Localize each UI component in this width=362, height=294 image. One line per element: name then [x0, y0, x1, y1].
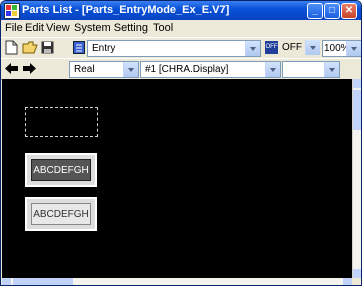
menu-view[interactable]: View: [46, 22, 70, 34]
scroll-right-button[interactable]: [343, 278, 352, 285]
display-select-value: #1 [CHRA.Display]: [145, 64, 229, 75]
mode-select-value: Entry: [92, 43, 116, 54]
string-display-text: ABCDEFGH: [31, 159, 91, 181]
scroll-down-button[interactable]: [353, 269, 361, 278]
scroll-up-button[interactable]: [353, 79, 361, 88]
chevron-down-icon[interactable]: [265, 62, 280, 77]
type-select-value: Real: [74, 64, 95, 75]
off-status-icon: OFF: [265, 41, 278, 54]
window-title: Parts List - [Parts_EntryMode_Ex_E.V7]: [22, 4, 230, 16]
string-display-text: ABCDEFGH: [31, 203, 91, 225]
string-display-part[interactable]: ABCDEFGH: [25, 197, 97, 231]
scroll-thumb-horizontal[interactable]: [13, 278, 73, 285]
vertical-scrollbar[interactable]: [352, 79, 361, 278]
app-icon: [4, 3, 20, 19]
new-file-icon[interactable]: [5, 40, 18, 55]
toolbar-main: Entry OFF OFF 100%: [1, 37, 361, 59]
title-bar[interactable]: Parts List - [Parts_EntryMode_Ex_E.V7] _…: [1, 1, 361, 20]
scroll-left-button[interactable]: [2, 278, 11, 285]
type-select[interactable]: Real: [69, 61, 139, 78]
parts-list-window: Parts List - [Parts_EntryMode_Ex_E.V7] _…: [0, 0, 362, 286]
toolbar-secondary: Real #1 [CHRA.Display]: [1, 58, 361, 80]
chevron-down-icon[interactable]: [245, 41, 260, 56]
menu-file[interactable]: File: [5, 22, 23, 34]
off-select[interactable]: OFF: [280, 40, 320, 55]
open-folder-icon[interactable]: [22, 41, 38, 54]
maximize-button[interactable]: □: [324, 3, 340, 19]
save-icon[interactable]: [41, 41, 54, 54]
extra-select[interactable]: [282, 61, 340, 78]
arrow-right-icon[interactable]: [23, 63, 36, 74]
menu-tool[interactable]: Tool: [153, 22, 173, 34]
selection-marquee[interactable]: [25, 107, 98, 137]
menu-system-setting[interactable]: System Setting: [74, 22, 148, 34]
horizontal-scrollbar[interactable]: [2, 278, 352, 285]
arrow-left-icon[interactable]: [5, 63, 18, 74]
scroll-thumb[interactable]: [353, 90, 361, 130]
off-select-value: OFF: [282, 42, 302, 53]
display-select[interactable]: #1 [CHRA.Display]: [140, 61, 281, 78]
close-button[interactable]: ✕: [341, 3, 357, 19]
chevron-down-icon[interactable]: [305, 40, 320, 55]
entry-mode-icon: [73, 41, 85, 54]
chevron-down-icon[interactable]: [324, 62, 339, 77]
minimize-button[interactable]: _: [307, 3, 323, 19]
menu-bar: File Edit View System Setting Tool: [1, 20, 361, 36]
menu-edit[interactable]: Edit: [25, 22, 44, 34]
string-display-part[interactable]: ABCDEFGH: [25, 153, 97, 187]
chevron-down-icon[interactable]: [123, 62, 138, 77]
chevron-down-icon[interactable]: [346, 41, 361, 56]
mode-select[interactable]: Entry: [87, 40, 261, 57]
zoom-select[interactable]: 100%: [322, 40, 361, 57]
